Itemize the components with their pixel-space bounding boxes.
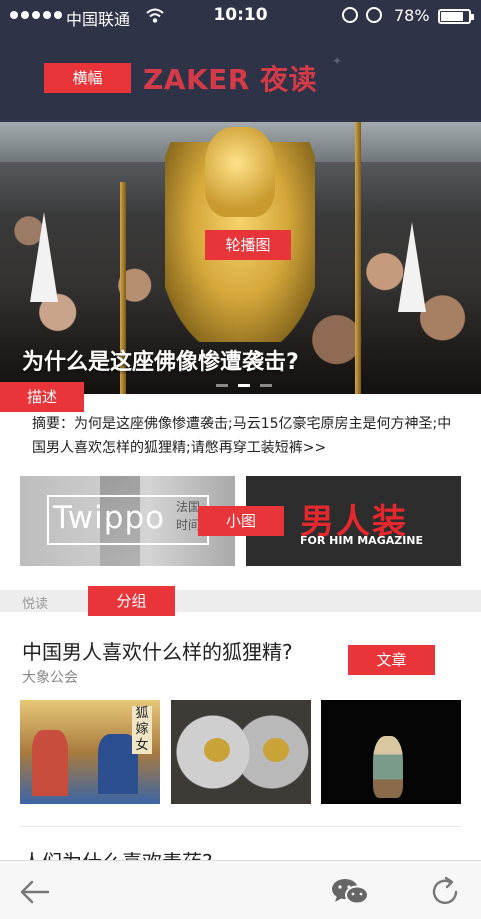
- rotation-lock-icon: [342, 7, 358, 23]
- group-header: 悦读: [0, 590, 481, 612]
- summary-text[interactable]: 摘要：为何是这座佛像惨遭袭击;马云15亿豪宅原房主是何方神圣;中国男人喜欢怎样的…: [32, 412, 462, 460]
- carousel-indicator[interactable]: [216, 384, 272, 387]
- refresh-icon[interactable]: [428, 875, 462, 909]
- group-label: 悦读: [22, 597, 49, 612]
- status-bar: 中国联通 10:10 78%: [0, 0, 481, 34]
- battery-percentage: 78%: [394, 6, 430, 25]
- alarm-icon: [366, 7, 382, 23]
- article-image-3[interactable]: [321, 700, 461, 804]
- article-source: 大象公会: [22, 670, 78, 686]
- article-image-1[interactable]: 狐嫁女: [20, 700, 160, 804]
- group-annotation-tag: 分组: [88, 586, 175, 616]
- back-arrow-icon[interactable]: [18, 875, 52, 909]
- twippo-logo: Twippo: [53, 500, 166, 536]
- article-image-caption: 狐嫁女: [132, 706, 152, 754]
- carousel-banner[interactable]: 轮播图 为什么是这座佛像惨遭袭击?: [0, 122, 481, 394]
- carousel-dot[interactable]: [238, 384, 250, 387]
- article-annotation-tag: 文章: [348, 645, 435, 675]
- carousel-annotation-tag: 轮播图: [205, 230, 291, 260]
- battery-icon: [438, 9, 474, 24]
- bottom-toolbar: [0, 860, 481, 919]
- twippo-side-text: 法国时间: [176, 500, 201, 532]
- header-bar: 中国联通 10:10 78% 横幅 ZAKER 夜读 ✦: [0, 0, 481, 122]
- carousel-dot[interactable]: [216, 384, 228, 387]
- article-image-2[interactable]: [171, 700, 311, 804]
- wechat-icon[interactable]: [330, 875, 370, 909]
- carousel-title[interactable]: 为什么是这座佛像惨遭袭击?: [22, 344, 299, 376]
- description-annotation-tag: 描述: [0, 382, 84, 412]
- sparkle-icon: ✦: [332, 54, 343, 68]
- article-title[interactable]: 中国男人喜欢什么样的狐狸精?: [22, 636, 293, 665]
- next-article-title[interactable]: 人们为什么喜欢毒药?: [22, 846, 213, 860]
- app-logo: ZAKER 夜读: [143, 63, 318, 96]
- banner-annotation-tag: 横幅: [44, 63, 131, 93]
- thumbnail-annotation-tag: 小图: [198, 506, 284, 536]
- divider: [20, 826, 461, 827]
- carousel-dot[interactable]: [260, 384, 272, 387]
- fhm-subtitle: FOR HIM MAGAZINE: [300, 534, 424, 547]
